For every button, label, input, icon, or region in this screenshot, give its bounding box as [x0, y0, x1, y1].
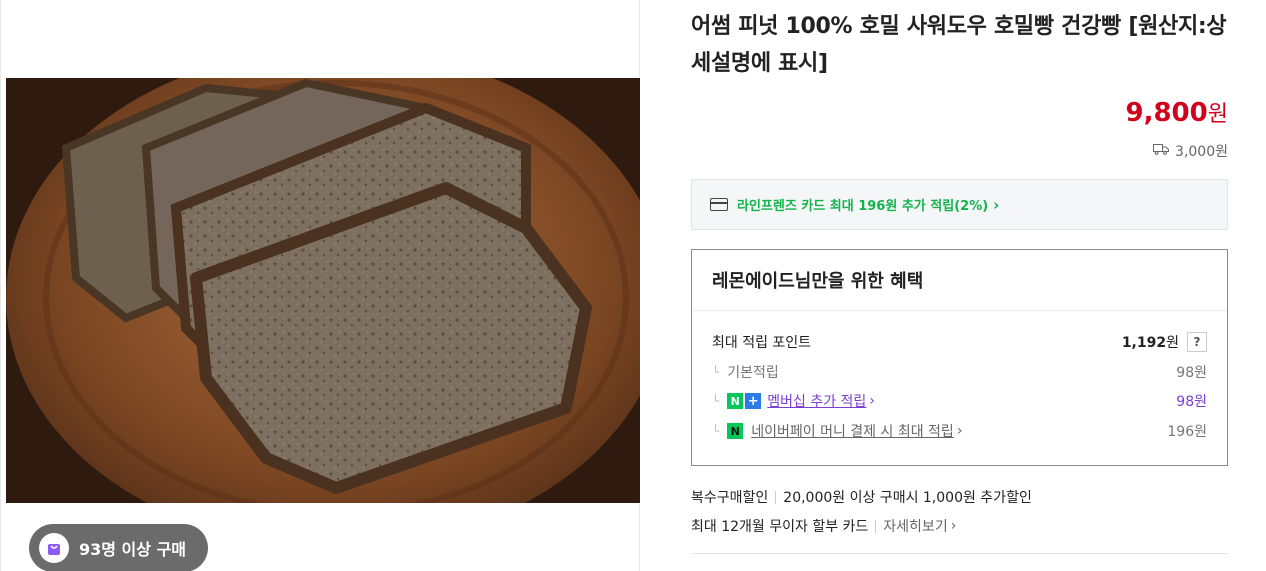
card-icon	[710, 198, 728, 211]
installment-text: 최대 12개월 무이자 할부 카드	[691, 519, 869, 535]
divider	[691, 553, 1228, 554]
shopping-bag-icon	[39, 533, 69, 563]
product-image-panel: 93명 이상 구매	[0, 0, 640, 571]
membership-points-link[interactable]: 멤버십 추가 적립	[767, 391, 866, 411]
tree-branch-icon: └	[712, 424, 720, 438]
chevron-right-icon: ›	[993, 195, 1000, 214]
multi-purchase-discount: 복수구매할인 20,000원 이상 구매시 1,000원 추가할인	[691, 487, 1032, 507]
chevron-right-icon: ›	[950, 518, 957, 534]
basic-points-row: └ 기본적립 98원	[712, 362, 1207, 382]
basic-points-value: 98원	[1176, 365, 1207, 381]
details-link[interactable]: 자세히보기	[883, 516, 947, 536]
max-points-value: 1,192원	[1121, 335, 1179, 351]
product-title: 어썸 피넛 100% 호밀 사워도우 호밀빵 건강빵 [원산지:상세설명에 표시…	[691, 14, 1227, 76]
naver-n-icon: N	[727, 393, 744, 409]
basic-points-label: 기본적립	[727, 365, 779, 381]
chevron-right-icon: ›	[869, 393, 875, 409]
npay-points-value: 196원	[1167, 424, 1207, 440]
tree-branch-icon: └	[712, 365, 720, 379]
naver-pay-icon: N	[727, 423, 744, 439]
member-benefits-box: 레몬에이드님만을 위한 혜택 최대 적립 포인트 1,192원 ? └ 기본적립…	[691, 249, 1228, 466]
membership-points-value: 98원	[1176, 394, 1207, 410]
shipping-fee: 3,000원	[1153, 141, 1228, 161]
price-value: 9,800	[1125, 98, 1208, 128]
membership-points-row: └ N + 멤버십 추가 적립 › 98원	[712, 391, 1207, 411]
chevron-right-icon: ›	[956, 423, 963, 439]
buyers-count-text: 93명 이상 구매	[79, 540, 187, 559]
price-unit: 원	[1207, 102, 1228, 127]
bread-photo-illustration	[6, 78, 640, 503]
card-promo-banner[interactable]: 라인프렌즈 카드 최대 196원 추가 적립(2%) ›	[691, 179, 1228, 230]
npay-points-row: └ N 네이버페이 머니 결제 시 최대 적립 › 196원	[712, 421, 1207, 441]
truck-icon	[1153, 143, 1170, 159]
max-points-label: 최대 적립 포인트	[712, 335, 812, 351]
tree-branch-icon: └	[712, 394, 720, 408]
multi-purchase-text: 20,000원 이상 구매시 1,000원 추가할인	[783, 490, 1032, 506]
benefits-title: 레몬에이드님만을 위한 혜택	[692, 250, 1227, 311]
product-price: 9,800원	[1126, 96, 1229, 128]
product-info-panel: 어썸 피넛 100% 호밀 사워도우 호밀빵 건강빵 [원산지:상세설명에 표시…	[691, 0, 1228, 571]
shipping-fee-text: 3,000원	[1175, 144, 1228, 160]
divider	[775, 490, 777, 504]
divider	[875, 519, 877, 533]
multi-purchase-label: 복수구매할인	[691, 490, 769, 506]
max-points-row: 최대 적립 포인트 1,192원 ?	[712, 332, 1207, 352]
help-icon[interactable]: ?	[1187, 332, 1207, 352]
plus-icon: +	[745, 393, 762, 409]
installment-info: 최대 12개월 무이자 할부 카드 자세히보기 ›	[691, 516, 956, 536]
product-photo	[6, 78, 640, 503]
npay-points-link[interactable]: 네이버페이 머니 결제 시 최대 적립	[751, 421, 954, 441]
buyers-count-badge: 93명 이상 구매	[29, 524, 209, 571]
card-promo-text: 라인프렌즈 카드 최대 196원 추가 적립(2%)	[737, 199, 989, 214]
